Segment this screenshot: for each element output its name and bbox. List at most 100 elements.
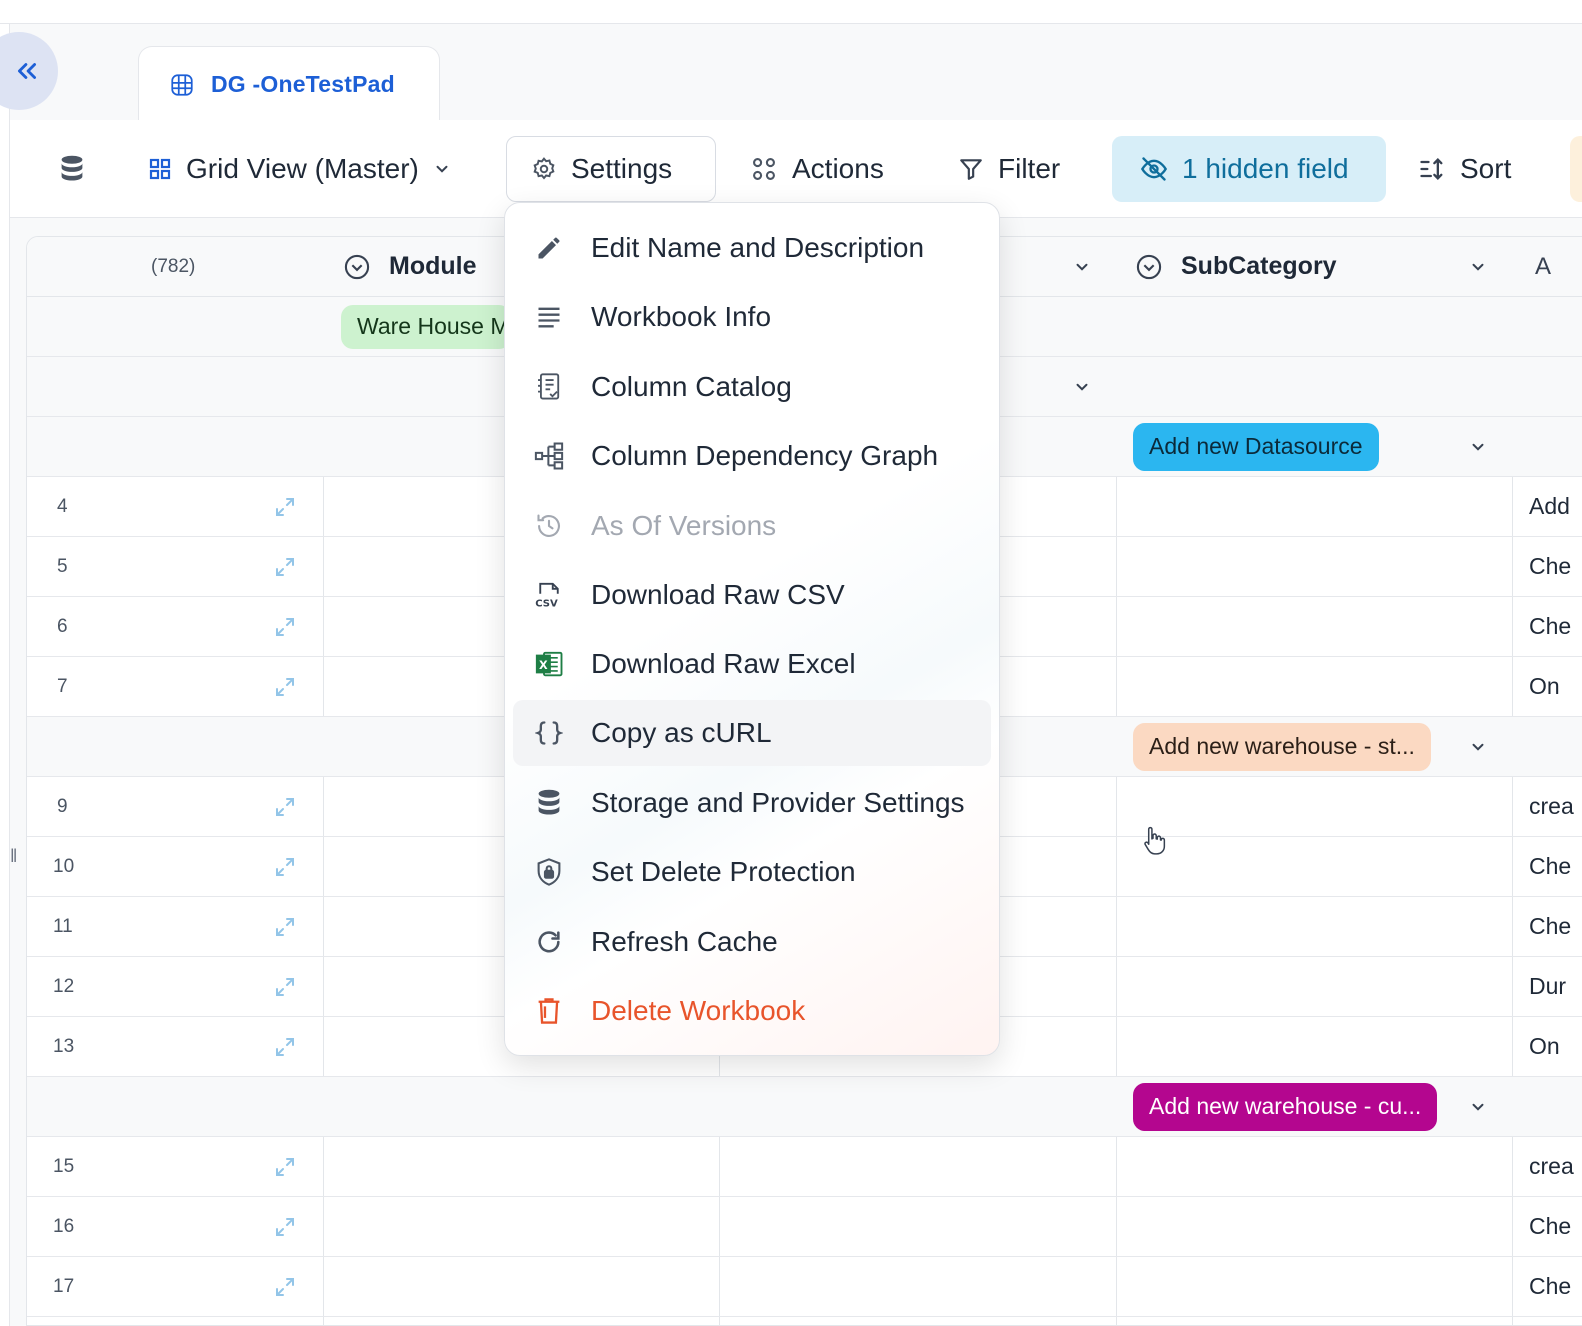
- double-chevron-left-icon: [18, 63, 36, 79]
- hidden-fields-label: 1 hidden field: [1182, 153, 1349, 184]
- column-header-subcategory[interactable]: SubCategory: [1135, 237, 1337, 296]
- filter-button[interactable]: Filter: [958, 136, 1060, 202]
- menu-item-copy-curl[interactable]: Copy as cURL: [513, 700, 991, 766]
- group-expand-button[interactable]: [1469, 717, 1487, 776]
- menu-item-delete-protection[interactable]: Set Delete Protection: [513, 839, 991, 905]
- expand-row-button[interactable]: [273, 897, 297, 956]
- table-row[interactable]: 16 Che: [27, 1197, 1582, 1257]
- column-menu-button[interactable]: [1469, 237, 1487, 296]
- pencil-icon: [538, 237, 560, 259]
- column-header-label: SubCategory: [1181, 252, 1337, 280]
- menu-item-download-csv[interactable]: CSV Download Raw CSV: [513, 562, 991, 628]
- sidebar-resize-handle[interactable]: ‖: [10, 846, 17, 867]
- single-select-icon: [344, 254, 370, 279]
- expand-row-button[interactable]: [273, 657, 297, 716]
- actions-button[interactable]: Actions: [750, 136, 884, 202]
- menu-item-delete-workbook[interactable]: Delete Workbook: [513, 978, 991, 1044]
- grid-sheet-icon: [171, 73, 193, 96]
- trash-icon: [538, 998, 560, 1024]
- menu-item-label: Storage and Provider Settings: [591, 787, 965, 818]
- svg-text:X: X: [539, 659, 548, 672]
- database-button[interactable]: [58, 136, 86, 202]
- expand-icon: [276, 677, 294, 696]
- row-number: 12: [53, 975, 75, 997]
- group-expand-button[interactable]: [1073, 357, 1091, 416]
- subcategory-pill: Add new warehouse - st...: [1133, 722, 1431, 771]
- cell-text: Che: [1529, 913, 1572, 939]
- dependency-graph-icon: [534, 442, 564, 470]
- menu-item-label: Delete Workbook: [591, 995, 806, 1026]
- column-header-partial[interactable]: A: [1535, 237, 1551, 296]
- menu-item-download-excel[interactable]: X Download Raw Excel: [513, 631, 991, 697]
- hidden-fields-button[interactable]: 1 hidden field: [1112, 136, 1386, 202]
- expand-row-button[interactable]: [273, 1257, 297, 1316]
- column-header-module[interactable]: Module: [343, 237, 477, 296]
- expand-icon: [276, 1217, 294, 1236]
- hand-cursor-icon: [1140, 826, 1166, 861]
- expand-row-button[interactable]: [273, 1197, 297, 1256]
- expand-row-button[interactable]: [273, 777, 297, 836]
- menu-item-storage-settings[interactable]: Storage and Provider Settings: [513, 770, 991, 836]
- sort-label: Sort: [1460, 153, 1512, 184]
- history-icon: [537, 514, 560, 537]
- expand-row-button[interactable]: [273, 597, 297, 656]
- table-row[interactable]: 17 Che: [27, 1257, 1582, 1317]
- cell-text: Che: [1529, 1213, 1572, 1239]
- settings-button[interactable]: Settings: [506, 136, 716, 202]
- expand-icon: [276, 977, 294, 996]
- menu-item-as-of-versions[interactable]: As Of Versions: [513, 493, 991, 559]
- row-number: 7: [57, 675, 68, 697]
- cell-text: Che: [1529, 553, 1572, 579]
- sort-button[interactable]: Sort: [1418, 136, 1511, 202]
- cell-text: Che: [1529, 613, 1572, 639]
- collapse-sidebar-button[interactable]: [0, 32, 58, 110]
- subcategory-pill: Add new Datasource: [1133, 422, 1379, 471]
- subcategory-cell[interactable]: Add new warehouse - cu...: [1133, 1077, 1438, 1136]
- subcategory-cell[interactable]: Add new warehouse - st...: [1133, 717, 1431, 776]
- expand-icon: [276, 497, 294, 516]
- menu-item-workbook-info[interactable]: Workbook Info: [513, 284, 991, 350]
- sort-icon: [1420, 158, 1443, 180]
- refresh-icon: [538, 931, 560, 953]
- excel-icon: X: [535, 651, 563, 677]
- chevron-down-icon: [1472, 743, 1484, 751]
- cell-text: crea: [1529, 793, 1574, 819]
- cell-text: Dur: [1529, 973, 1567, 999]
- lines-icon: [538, 307, 560, 328]
- menu-item-refresh-cache[interactable]: Refresh Cache: [513, 909, 991, 975]
- menu-item-label: Column Catalog: [591, 371, 792, 402]
- tab-label: DG -OneTestPad: [211, 71, 395, 97]
- subcategory-cell[interactable]: Add new Datasource: [1133, 417, 1379, 476]
- menu-item-column-catalog[interactable]: Column Catalog: [513, 354, 991, 420]
- group-button-partial[interactable]: [1570, 136, 1582, 202]
- expand-row-button[interactable]: [273, 1137, 297, 1196]
- row-number: 4: [57, 495, 68, 517]
- expand-row-button[interactable]: [273, 1017, 297, 1076]
- expand-icon: [276, 1157, 294, 1176]
- menu-item-label: Column Dependency Graph: [591, 440, 939, 471]
- expand-row-button[interactable]: [273, 477, 297, 536]
- cell-text: crea: [1529, 1153, 1574, 1179]
- menu-item-edit-name[interactable]: Edit Name and Description: [513, 215, 991, 281]
- module-cell[interactable]: Ware House M: [341, 297, 511, 356]
- group-expand-button[interactable]: [1469, 417, 1487, 476]
- chevron-down-icon: [1076, 383, 1088, 391]
- menu-item-dependency-graph[interactable]: Column Dependency Graph: [513, 423, 991, 489]
- menu-item-label: Set Delete Protection: [591, 856, 856, 887]
- menu-item-label: Copy as cURL: [591, 717, 772, 748]
- expand-row-button[interactable]: [273, 837, 297, 896]
- expand-row-button[interactable]: [273, 537, 297, 596]
- view-selector[interactable]: Grid View (Master): [148, 136, 451, 202]
- table-row[interactable]: 15 crea: [27, 1137, 1582, 1197]
- svg-text:CSV: CSV: [535, 598, 558, 609]
- expand-row-button[interactable]: [273, 957, 297, 1016]
- tab-workbook[interactable]: DG -OneTestPad: [138, 46, 440, 122]
- subcategory-pill: Add new warehouse - cu...: [1133, 1082, 1438, 1131]
- database-icon: [61, 155, 83, 181]
- cell-text: On: [1529, 673, 1560, 699]
- column-menu-button[interactable]: [1073, 237, 1091, 296]
- chevron-down-icon: [436, 165, 448, 173]
- single-select-icon: [1136, 254, 1162, 279]
- group-expand-button[interactable]: [1469, 1077, 1487, 1136]
- row-number: 11: [53, 915, 73, 937]
